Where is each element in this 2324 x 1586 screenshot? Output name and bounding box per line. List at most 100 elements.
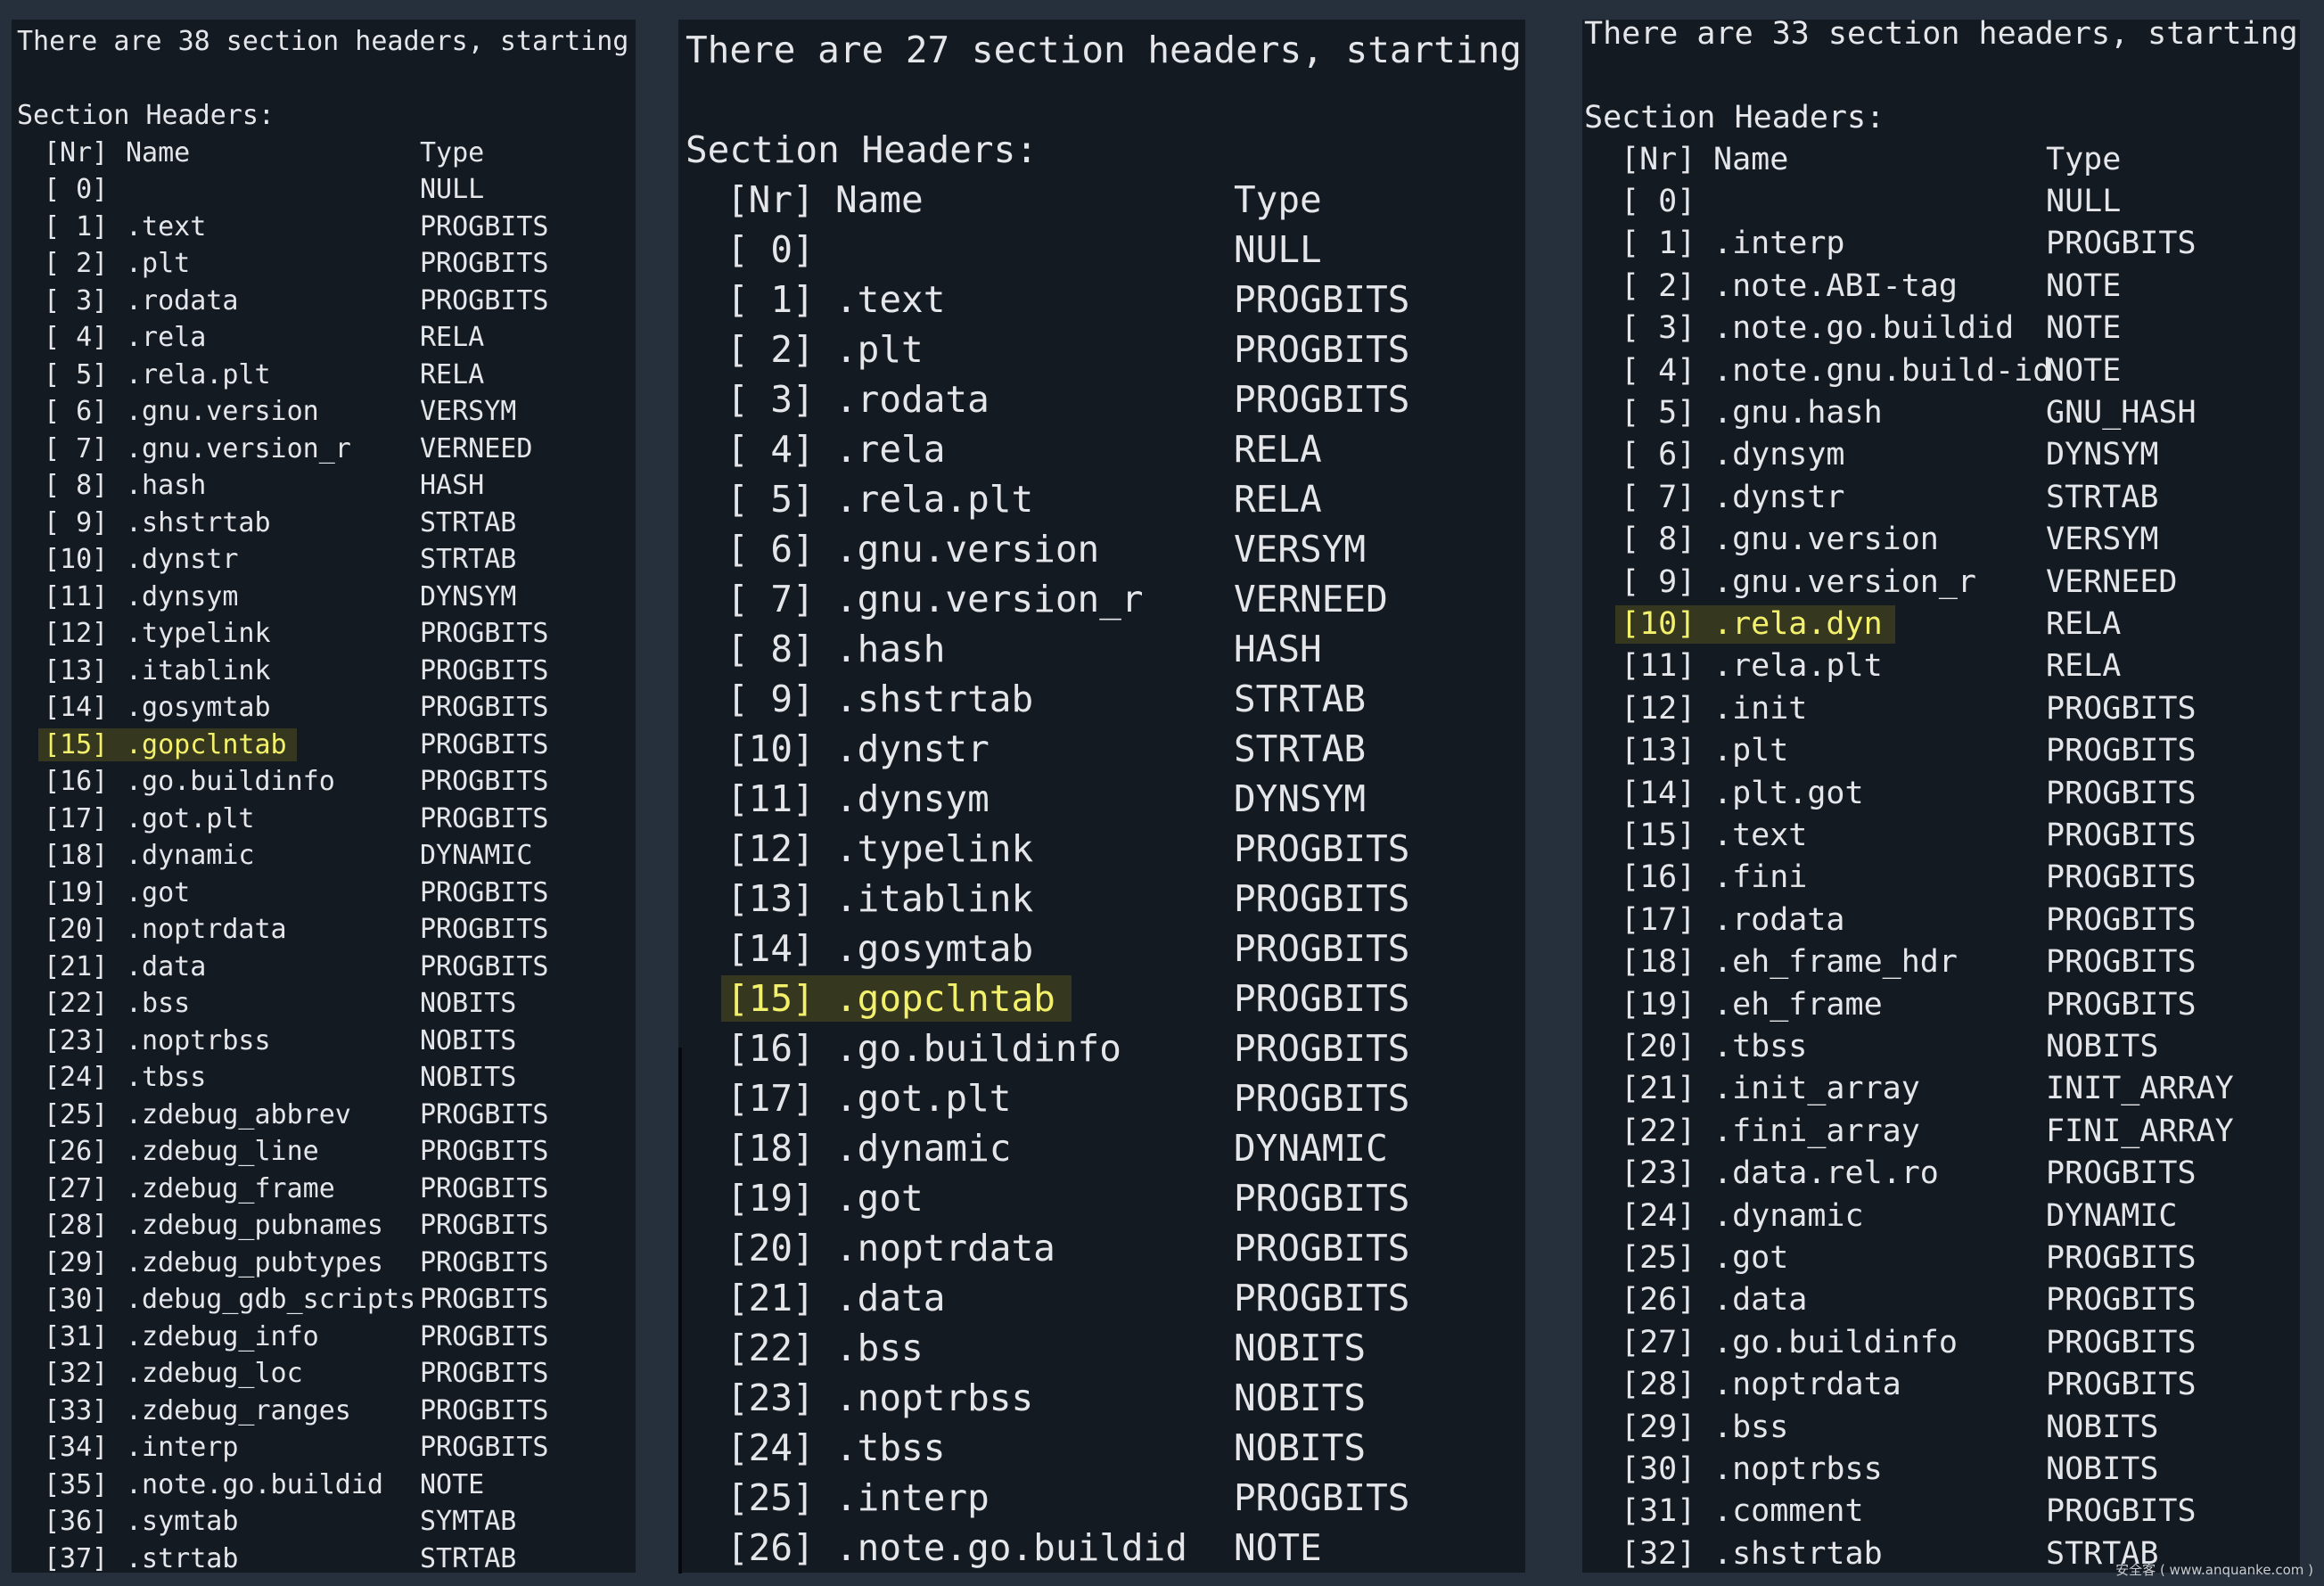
section-row: [27] .go.buildinfo PROGBITS (1582, 1322, 2300, 1364)
section-name: .shstrtab (1713, 1535, 1883, 1572)
section-index: [25] (727, 1476, 815, 1519)
section-name: .go.buildinfo (835, 1027, 1121, 1070)
section-name: .zdebug_loc (126, 1358, 303, 1389)
section-row: [19] .got PROGBITS (12, 875, 636, 912)
section-type: PROGBITS (420, 876, 549, 908)
section-index: [26] (44, 1136, 109, 1167)
section-name: .dynamic (126, 840, 255, 871)
section-row: [ 2] .plt PROGBITS (12, 245, 636, 283)
section-index: [12] (1621, 690, 1696, 727)
section-index: [20] (1621, 1029, 1696, 1064)
section-index: [20] (44, 914, 109, 945)
section-name: .gnu.version (1713, 522, 1939, 558)
section-type: NOBITS (2046, 1029, 2159, 1064)
section-row: [ 6] .gnu.version VERSYM (681, 524, 1525, 574)
section-row: [21] .init_array INIT_ARRAY (1582, 1068, 2300, 1110)
section-name: .symtab (126, 1506, 239, 1537)
column-nr: [Nr] (727, 178, 815, 221)
section-type: PROGBITS (420, 1284, 549, 1315)
section-type: PROGBITS (420, 210, 549, 242)
section-index: [23] (1621, 1155, 1696, 1192)
section-type: NULL (2046, 184, 2122, 219)
terminal-output: There are 27 section headers, starting S… (681, 20, 1525, 1573)
section-name: .fini_array (1713, 1113, 1920, 1149)
section-name: .note.go.buildid (126, 1468, 383, 1500)
section-index: [13] (1621, 733, 1696, 769)
section-type: PROGBITS (2046, 690, 2197, 727)
section-row: [28] .noptrdata PROGBITS (1582, 1364, 2300, 1406)
section-index: [31] (44, 1320, 109, 1352)
section-name: .got.plt (126, 802, 255, 834)
section-name: .gnu.version (835, 528, 1100, 571)
section-name: .tbss (126, 1062, 207, 1093)
section-row: [ 2] .note.ABI-tag NOTE (1582, 266, 2300, 308)
section-index: [17] (1621, 901, 1696, 938)
section-row: [30] .debug_gdb_scripts PROGBITS (12, 1281, 636, 1319)
section-index: [ 7] (1621, 479, 1696, 515)
section-name: .tbss (1713, 1029, 1808, 1064)
section-name: .dynamic (835, 1127, 1012, 1170)
section-index: [28] (44, 1210, 109, 1241)
section-type: PROGBITS (420, 1098, 549, 1130)
section-type: PROGBITS (2046, 1240, 2197, 1276)
section-name: .zdebug_pubtypes (126, 1246, 383, 1278)
section-row: [21] .data PROGBITS (12, 949, 636, 986)
section-row: [ 7] .gnu.version_r VERNEED (681, 574, 1525, 624)
section-row: [29] .zdebug_pubtypes PROGBITS (12, 1245, 636, 1282)
section-index: [13] (44, 654, 109, 686)
section-name: .hash (126, 470, 207, 501)
section-row: [10] .dynstr STRTAB (681, 724, 1525, 774)
section-index: [30] (1621, 1451, 1696, 1487)
section-index: [11] (1621, 648, 1696, 685)
section-name: .bss (1713, 1409, 1789, 1445)
section-index: [21] (44, 950, 109, 982)
section-name: .gopclntab (126, 728, 287, 760)
section-type: SYMTAB (420, 1506, 517, 1537)
section-index: [ 1] (727, 278, 815, 321)
section-name: .got (126, 876, 191, 908)
section-row: [22] .fini_array FINI_ARRAY (1582, 1111, 2300, 1153)
section-type: NOBITS (420, 988, 517, 1019)
section-name: .fini (1713, 859, 1808, 896)
section-row: [ 3] .rodata PROGBITS (12, 283, 636, 320)
watermark: 安全客 ( www.anquanke.com ) (2115, 1562, 2313, 1578)
section-row: [13] .plt PROGBITS (1582, 730, 2300, 772)
section-index: [ 5] (44, 358, 109, 390)
section-name: .eh_frame_hdr (1713, 944, 1958, 981)
section-index: [27] (1621, 1324, 1696, 1360)
section-row: [13] .itablink PROGBITS (12, 653, 636, 690)
section-row: [ 4] .note.gnu.build-id NOTE (1582, 350, 2300, 392)
section-name: .init_array (1713, 1071, 1920, 1107)
section-type: PROGBITS (1234, 977, 1410, 1020)
section-row: [20] .noptrdata PROGBITS (12, 911, 636, 949)
section-name: .note.go.buildid (1713, 310, 2015, 347)
section-index: [14] (727, 927, 815, 970)
section-type: NOBITS (1234, 1426, 1367, 1469)
section-index: [ 4] (1621, 352, 1696, 389)
section-type: NOBITS (420, 1024, 517, 1056)
section-name: .plt (835, 328, 924, 371)
section-name: .interp (835, 1476, 990, 1519)
column-nr: [Nr] (44, 137, 109, 168)
section-name: .noptrbss (835, 1376, 1034, 1419)
section-index: [23] (727, 1376, 815, 1419)
section-name: .typelink (126, 618, 271, 649)
section-name: .rela.plt (1713, 648, 1883, 685)
section-name: .data.rel.ro (1713, 1155, 1939, 1192)
section-index: [29] (1621, 1409, 1696, 1445)
column-type: Type (2046, 142, 2122, 177)
section-index: [19] (1621, 986, 1696, 1023)
section-name: .got (1713, 1240, 1789, 1276)
section-index: [ 5] (1621, 395, 1696, 431)
column-nr: [Nr] (1621, 142, 1696, 177)
section-name: .gnu.version (126, 396, 319, 427)
section-index: [23] (44, 1024, 109, 1056)
panel-divider (678, 1048, 682, 1574)
section-name: .data (126, 950, 207, 982)
section-type: RELA (420, 322, 485, 353)
section-row: [ 1] .text PROGBITS (12, 209, 636, 246)
section-type: NOBITS (2046, 1451, 2159, 1487)
section-row: [ 7] .dynstr STRTAB (1582, 477, 2300, 519)
section-type: INIT_ARRAY (2046, 1071, 2234, 1107)
section-index: [ 3] (727, 378, 815, 421)
